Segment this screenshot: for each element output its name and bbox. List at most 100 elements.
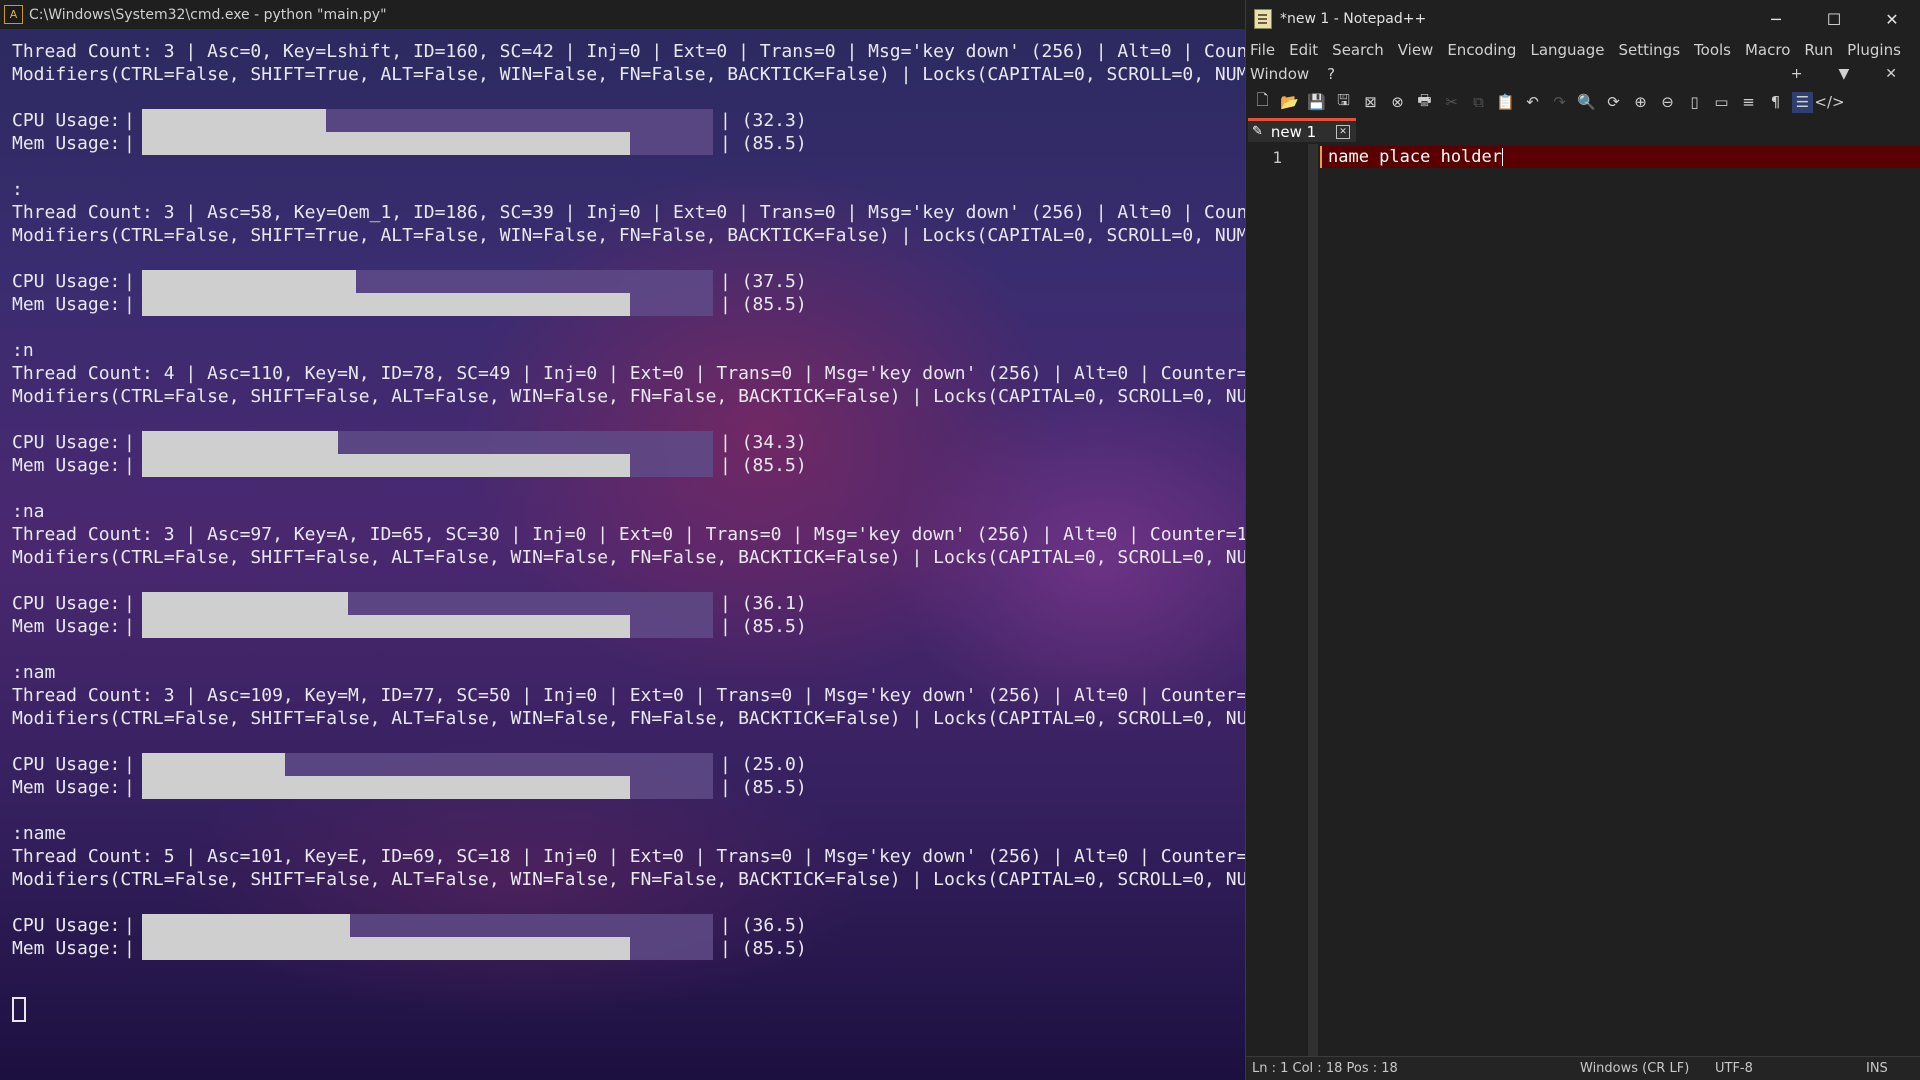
status-position: Ln : 1 Col : 18 Pos : 18 [1252, 1061, 1398, 1076]
cpu-usage-fill [142, 592, 349, 615]
status-mode[interactable]: INS [1866, 1061, 1888, 1076]
npp-toolbar: 🗋 📂 💾 🖫 ⊠ ⊗ 🖶 ✂ ⧉ 📋 ↶ ↷ 🔍 ⟳ ⊕ ⊖ ▯ ▭ ≡ ¶ ☰ </> [1246, 86, 1920, 118]
npp-editor[interactable]: 1 name place holder [1246, 144, 1920, 1057]
minimize-button[interactable]: ─ [1747, 0, 1805, 38]
redo-icon[interactable]: ↷ [1549, 92, 1570, 113]
cpu-usage-row: CPU Usage: | | (32.3) [12, 109, 1237, 132]
mem-usage-value: | (85.5) [720, 938, 807, 959]
menu-run[interactable]: Run [1804, 41, 1833, 59]
thread-info-line: Thread Count: 3 | Asc=109, Key=M, ID=77,… [12, 685, 1280, 706]
cmd-window: A C:\Windows\System32\cmd.exe - python "… [0, 0, 1335, 1080]
menu-language[interactable]: Language [1530, 41, 1604, 59]
tab-new-1[interactable]: ✎ new 1 ✕ [1248, 118, 1356, 142]
cpu-usage-row: CPU Usage: | | (25.0) [12, 753, 1237, 776]
mem-usage-value: | (85.5) [720, 777, 807, 798]
save-all-icon[interactable]: 🖫 [1333, 91, 1354, 113]
close-icon[interactable]: ⊠ [1360, 92, 1381, 113]
prompt-line: :name [12, 823, 67, 844]
menu-tools[interactable]: Tools [1694, 41, 1731, 59]
copy-icon[interactable]: ⧉ [1468, 92, 1489, 113]
close-doc-icon[interactable]: ✕ [1885, 66, 1897, 82]
cpu-usage-fill [142, 109, 327, 132]
mem-usage-fill [142, 937, 631, 960]
show-all-chars-icon[interactable]: ¶ [1765, 92, 1786, 113]
cut-icon[interactable]: ✂ [1441, 92, 1462, 113]
console-output[interactable]: Thread Count: 3 | Asc=0, Key=Lshift, ID=… [12, 40, 1335, 1027]
menu-file[interactable]: File [1250, 41, 1275, 59]
npp-titlebar[interactable]: *new 1 - Notepad++ ─ ☐ ✕ [1246, 0, 1920, 38]
cpu-usage-row: CPU Usage: | | (36.5) [12, 914, 1237, 937]
open-file-icon[interactable]: 📂 [1279, 92, 1300, 113]
cpu-usage-fill [142, 431, 338, 454]
current-line-highlight[interactable]: name place holder [1320, 146, 1920, 168]
npp-menubar-row2: Window? + ▼ ✕ [1246, 62, 1920, 86]
indent-guide-icon[interactable]: ☰ [1792, 91, 1813, 113]
bar-open-pipe: | [124, 777, 135, 798]
zoom-in-icon[interactable]: ⊕ [1630, 92, 1651, 113]
menu-plugins[interactable]: Plugins [1847, 41, 1901, 59]
print-icon[interactable]: 🖶 [1414, 91, 1435, 113]
cpu-usage-value: | (32.3) [720, 110, 807, 131]
menu-search[interactable]: Search [1332, 41, 1384, 59]
word-wrap-icon[interactable]: ≡ [1738, 92, 1759, 113]
edit-pencil-icon: ✎ [1252, 124, 1263, 139]
prompt-line: :nam [12, 662, 56, 683]
sync-horizontal-icon[interactable]: ▭ [1711, 92, 1732, 113]
tab-close-icon[interactable]: ✕ [1336, 125, 1350, 139]
mem-usage-row: Mem Usage: | | (85.5) [12, 937, 1237, 960]
mem-usage-bar [142, 776, 713, 799]
text-caret [1502, 148, 1503, 166]
new-tab-plus-icon[interactable]: + [1791, 66, 1803, 82]
mem-usage-label: Mem Usage: [12, 938, 121, 959]
status-encoding[interactable]: UTF-8 [1715, 1061, 1753, 1076]
cpu-usage-bar [142, 914, 713, 937]
maximize-button[interactable]: ☐ [1805, 0, 1863, 38]
tab-list-dropdown-icon[interactable]: ▼ [1838, 66, 1849, 82]
cpu-usage-label: CPU Usage: [12, 915, 121, 936]
mem-usage-value: | (85.5) [720, 294, 807, 315]
prompt-line: :n [12, 340, 34, 361]
fold-margin[interactable] [1308, 144, 1318, 1057]
thread-info-line: Thread Count: 3 | Asc=58, Key=Oem_1, ID=… [12, 202, 1324, 223]
modifiers-line: Modifiers(CTRL=False, SHIFT=False, ALT=F… [12, 547, 1335, 568]
menu-view[interactable]: View [1398, 41, 1434, 59]
modifiers-line: Modifiers(CTRL=False, SHIFT=True, ALT=Fa… [12, 225, 1324, 246]
menu-encoding[interactable]: Encoding [1447, 41, 1516, 59]
undo-icon[interactable]: ↶ [1522, 92, 1543, 113]
xml-tag-icon[interactable]: </> [1814, 92, 1844, 113]
mem-usage-row: Mem Usage: | | (85.5) [12, 615, 1237, 638]
mem-usage-label: Mem Usage: [12, 133, 121, 154]
mem-usage-bar [142, 937, 713, 960]
close-window-button[interactable]: ✕ [1863, 0, 1920, 38]
paste-icon[interactable]: 📋 [1495, 92, 1516, 113]
mem-usage-row: Mem Usage: | | (85.5) [12, 132, 1237, 155]
mem-usage-bar [142, 454, 713, 477]
menu-edit[interactable]: Edit [1289, 41, 1318, 59]
find-icon[interactable]: 🔍 [1576, 92, 1597, 113]
npp-statusbar: Ln : 1 Col : 18 Pos : 18 Windows (CR LF)… [1246, 1056, 1920, 1080]
sync-vertical-icon[interactable]: ▯ [1684, 92, 1705, 113]
menu-settings[interactable]: Settings [1619, 41, 1681, 59]
menu-help[interactable]: ? [1327, 65, 1335, 83]
cpu-usage-bar [142, 431, 713, 454]
zoom-out-icon[interactable]: ⊖ [1657, 92, 1678, 113]
menu-window[interactable]: Window [1250, 65, 1309, 83]
mem-usage-value: | (85.5) [720, 455, 807, 476]
close-all-icon[interactable]: ⊗ [1387, 92, 1408, 113]
cpu-usage-label: CPU Usage: [12, 593, 121, 614]
npp-tabbar: ✎ new 1 ✕ [1246, 118, 1920, 142]
cmd-titlebar[interactable]: A C:\Windows\System32\cmd.exe - python "… [0, 0, 1245, 29]
bar-open-pipe: | [124, 455, 135, 476]
replace-icon[interactable]: ⟳ [1603, 92, 1624, 113]
save-icon[interactable]: 💾 [1306, 92, 1327, 113]
status-eol[interactable]: Windows (CR LF) [1580, 1061, 1689, 1076]
new-file-icon[interactable]: 🗋 [1252, 91, 1273, 113]
code-line-text[interactable]: name place holder [1320, 146, 1503, 168]
menu-macro[interactable]: Macro [1745, 41, 1790, 59]
cmd-app-icon: A [4, 5, 23, 24]
notepadpp-window: *new 1 - Notepad++ ─ ☐ ✕ File Edit Search V… [1245, 0, 1920, 1080]
